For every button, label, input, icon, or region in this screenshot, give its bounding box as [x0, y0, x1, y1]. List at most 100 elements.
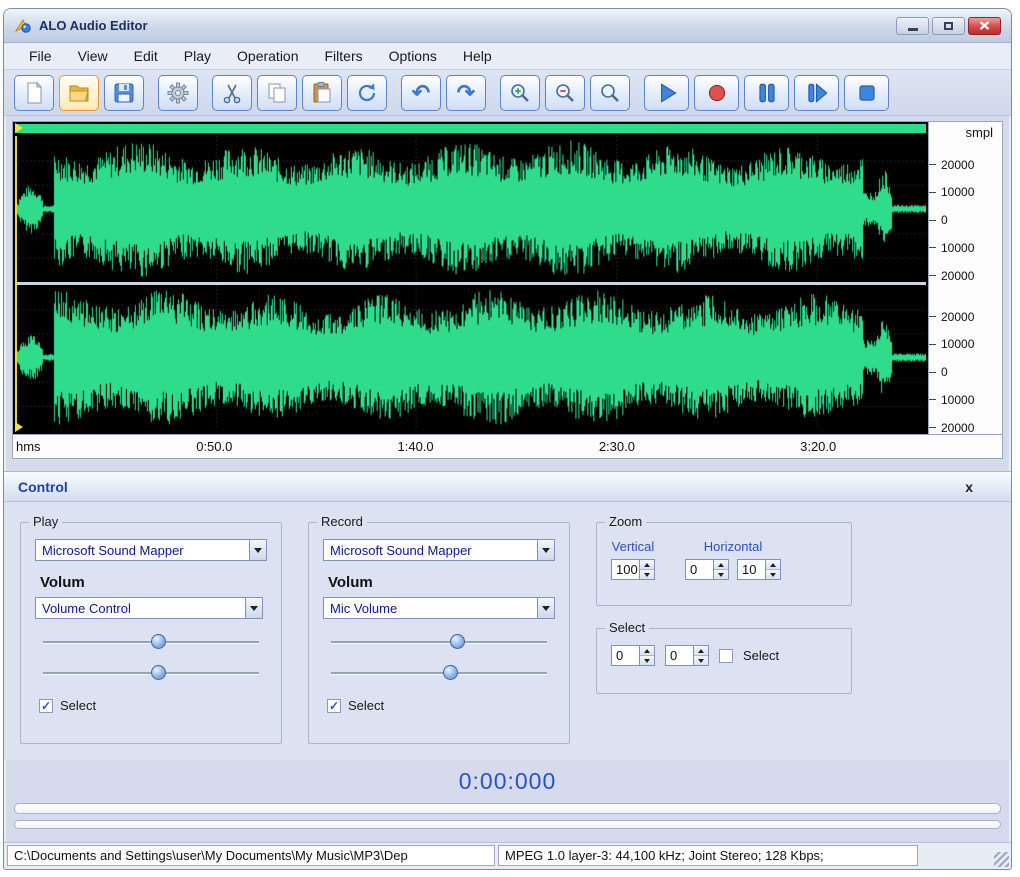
play-icon — [660, 82, 677, 103]
tick-mark — [929, 427, 936, 428]
slider-thumb[interactable] — [449, 634, 465, 649]
chevron-down-icon[interactable] — [537, 540, 554, 560]
zoom-horizontal-value-2: 10 — [742, 562, 757, 577]
spinner-down-button[interactable] — [640, 570, 654, 579]
maximize-icon — [944, 21, 953, 30]
record-group: Record Microsoft Sound Mapper Volum Mic … — [308, 514, 570, 744]
redo-button[interactable]: ↷ — [446, 74, 486, 111]
slider-thumb[interactable] — [151, 665, 166, 680]
save-button[interactable] — [104, 74, 144, 111]
spinner-up-button[interactable] — [694, 646, 708, 656]
zoom-button[interactable] — [590, 74, 630, 111]
tick-mark — [929, 371, 936, 373]
waveform-channel-2-canvas[interactable] — [15, 284, 926, 430]
record-device-combobox[interactable]: Microsoft Sound Mapper — [323, 539, 555, 561]
slider-track[interactable] — [331, 672, 547, 674]
maximize-button[interactable] — [932, 16, 965, 35]
undo-button[interactable]: ↶ — [401, 74, 441, 111]
paste-button[interactable] — [302, 74, 342, 111]
play-volume-combobox[interactable]: Volume Control — [35, 597, 263, 619]
menu-item-help[interactable]: Help — [452, 45, 503, 67]
select-end-spinner[interactable]: 0 — [665, 645, 709, 666]
stop-button[interactable] — [844, 74, 889, 111]
chevron-down-icon[interactable] — [537, 598, 554, 618]
cut-button[interactable] — [212, 74, 252, 111]
menu-item-options[interactable]: Options — [378, 45, 448, 67]
spinner-up-button[interactable] — [714, 560, 728, 570]
open-button[interactable] — [59, 74, 99, 111]
control-panel: Control x Play Microsoft Sound Mapper Vo… — [4, 471, 1011, 760]
magnifier-icon — [601, 83, 619, 102]
amplitude-ruler: smpl 20000 10000 0 10000 20000 20000 100… — [928, 122, 1002, 435]
chevron-down-icon[interactable] — [245, 598, 262, 618]
new-button[interactable] — [14, 74, 54, 111]
playhead-marker-bottom[interactable] — [15, 422, 23, 432]
time-tick: 2:30.0 — [598, 439, 635, 454]
spinner-up-button[interactable] — [766, 560, 780, 570]
waveform-channel-1-canvas[interactable] — [15, 136, 926, 282]
spinner-up-button[interactable] — [640, 646, 654, 656]
spinner-up-button[interactable] — [640, 560, 654, 570]
zoom-horizontal-spinner-2[interactable]: 10 — [737, 559, 781, 580]
zoom-in-button[interactable] — [500, 74, 540, 111]
spinner-down-button[interactable] — [714, 570, 728, 579]
menu-item-edit[interactable]: Edit — [123, 45, 169, 67]
chevron-down-icon[interactable] — [249, 540, 266, 560]
tick-mark — [929, 247, 936, 249]
zoom-out-button[interactable] — [545, 74, 585, 111]
play-device-combobox[interactable]: Microsoft Sound Mapper — [35, 539, 267, 561]
window-title: ALO Audio Editor — [39, 18, 148, 33]
slider-track[interactable] — [331, 641, 547, 643]
playhead-marker-top[interactable] — [15, 123, 23, 133]
settings-button[interactable] — [158, 74, 198, 111]
menu-item-operation[interactable]: Operation — [226, 45, 309, 67]
tick-mark — [929, 191, 936, 193]
refresh-button[interactable] — [347, 74, 387, 111]
control-panel-header: Control x — [4, 472, 1011, 502]
spinner-down-button[interactable] — [694, 656, 708, 665]
record-volume-combobox[interactable]: Mic Volume — [323, 597, 555, 619]
zoom-horizontal-spinner-1[interactable]: 0 — [685, 559, 729, 580]
overview-bar[interactable] — [15, 124, 926, 133]
select-start-spinner[interactable]: 0 — [611, 645, 655, 666]
play-group: Play Microsoft Sound Mapper Volum Volume… — [20, 514, 282, 744]
tick-mark — [929, 164, 936, 165]
step-forward-button[interactable] — [794, 74, 839, 111]
play-select-checkbox[interactable]: ✓ — [39, 698, 53, 713]
zoom-vertical-spinner[interactable]: 100 — [611, 559, 655, 580]
spinner-down-button[interactable] — [766, 570, 780, 579]
slider-thumb[interactable] — [151, 634, 166, 649]
play-volume-slider-1[interactable] — [43, 634, 259, 650]
menu-item-view[interactable]: View — [67, 45, 119, 67]
tick-label: 20000 — [941, 420, 975, 435]
record-select-checkbox[interactable]: ✓ — [327, 698, 341, 713]
play-volume-slider-2[interactable] — [43, 665, 259, 681]
playhead-cursor[interactable] — [15, 136, 17, 430]
menu-item-filters[interactable]: Filters — [314, 45, 374, 67]
minimize-button[interactable] — [896, 16, 929, 35]
seek-bar-1[interactable] — [14, 803, 1001, 814]
title-bar[interactable]: ALO Audio Editor — [4, 9, 1011, 43]
select-range-checkbox[interactable] — [719, 648, 733, 663]
stop-icon — [858, 84, 875, 101]
control-panel-close-button[interactable]: x — [959, 479, 979, 495]
menu-item-file[interactable]: File — [18, 45, 63, 67]
waveform-display[interactable] — [13, 122, 928, 434]
toolbar-group-zoom — [500, 74, 630, 111]
tick-label: 10000 — [941, 392, 975, 407]
seek-bar-2[interactable] — [14, 820, 1001, 829]
zoom-in-icon — [511, 83, 529, 102]
app-icon — [14, 18, 31, 33]
slider-thumb[interactable] — [443, 665, 459, 680]
resize-grip[interactable] — [994, 852, 1009, 867]
spinner-down-button[interactable] — [640, 656, 654, 665]
close-button[interactable] — [968, 16, 1001, 35]
record-volume-slider-1[interactable] — [331, 634, 547, 650]
copy-button[interactable] — [257, 74, 297, 111]
play-button[interactable] — [644, 74, 689, 111]
menu-item-play[interactable]: Play — [173, 45, 222, 67]
toolbar-group-clipboard — [212, 74, 387, 111]
record-button[interactable] — [694, 74, 739, 111]
record-volume-slider-2[interactable] — [331, 665, 547, 681]
pause-button[interactable] — [744, 74, 789, 111]
